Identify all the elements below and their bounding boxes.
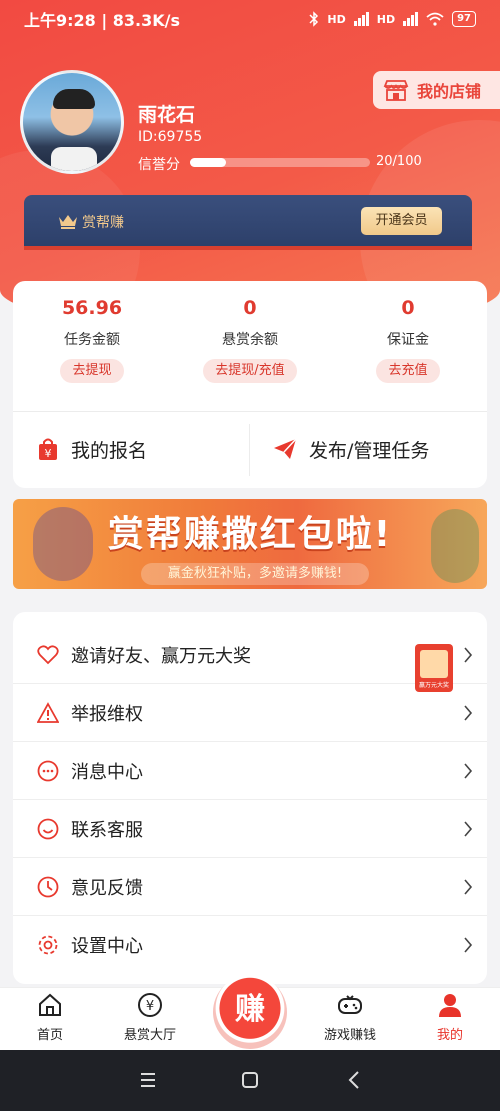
tab-label: 首页 — [36, 1028, 63, 1043]
send-icon — [274, 438, 297, 459]
svg-text:¥: ¥ — [45, 447, 52, 460]
menu-item-report[interactable]: 举报维权 — [13, 684, 487, 742]
menu-item-label: 设置中心 — [71, 936, 143, 957]
back-icon[interactable] — [340, 1068, 370, 1092]
chevron-right-icon — [464, 705, 473, 721]
tab-label: 游戏赚钱 — [323, 1028, 376, 1043]
chevron-right-icon — [464, 821, 473, 837]
task-amount-value: 56.96 — [61, 297, 123, 319]
tab-bounty-hall[interactable]: ¥ 悬赏大厅 — [100, 992, 200, 1043]
recharge-button[interactable]: 去充值 — [376, 359, 440, 383]
avatar[interactable] — [20, 70, 124, 174]
bluetooth-icon — [309, 11, 319, 27]
chevron-right-icon — [464, 763, 473, 779]
smile-icon — [37, 818, 59, 839]
task-amount-label: 任务金额 — [64, 332, 120, 348]
status-time: 上午9:28 | 83.3K/s — [24, 11, 181, 30]
message-icon — [37, 760, 59, 781]
chevron-right-icon — [464, 879, 473, 895]
store-icon — [383, 80, 409, 101]
chevron-right-icon — [464, 937, 473, 953]
publish-manage-task-button[interactable]: 发布/管理任务 — [273, 429, 429, 469]
menu-item-messages[interactable]: 消息中心 — [13, 742, 487, 800]
user-name: 雨花石 — [138, 104, 196, 126]
banner-title: 赏帮赚撒红包啦! — [107, 514, 393, 555]
task-amount-column: 56.96 任务金额 去提现 — [13, 281, 171, 383]
menu-item-label: 联系客服 — [71, 819, 143, 841]
shopping-bag-icon: ¥ — [39, 438, 57, 460]
publish-manage-task-label: 发布/管理任务 — [309, 439, 430, 462]
vip-title: 赏帮赚 — [82, 215, 124, 231]
tab-label: 悬赏大厅 — [123, 1028, 176, 1043]
system-nav-bar — [0, 1050, 500, 1111]
menu-item-feedback[interactable]: 意见反馈 — [13, 858, 487, 916]
home-icon — [39, 993, 61, 1016]
deposit-label: 保证金 — [387, 332, 429, 348]
my-signup-button[interactable]: ¥ 我的报名 — [37, 429, 147, 469]
chevron-right-icon — [464, 647, 473, 663]
battery-icon: 97 — [452, 11, 476, 27]
open-membership-button[interactable]: 开通会员 — [361, 207, 442, 235]
menu-list: 邀请好友、赢万元大奖 赢万元大奖 举报维权 消息中心 联系客服 意见反馈 设置中… — [13, 612, 487, 984]
promo-banner[interactable]: 赏帮赚撒红包啦! 赢金秋狂补贴，多邀请多赚钱! — [13, 499, 487, 589]
banner-subtitle: 赢金秋狂补贴，多邀请多赚钱! — [141, 563, 369, 585]
user-icon — [439, 994, 461, 1017]
menu-item-label: 举报维权 — [71, 703, 143, 725]
signal-hd-label: HD — [376, 12, 396, 26]
yen-coin-icon: ¥ — [138, 993, 162, 1017]
signal-icon — [353, 12, 369, 26]
crown-icon — [59, 215, 77, 229]
bounty-balance-column: 0 悬赏余额 去提现/充值 — [171, 281, 329, 383]
gamepad-icon — [338, 995, 362, 1014]
my-shop-button[interactable]: 我的店铺 — [373, 71, 500, 109]
tab-games[interactable]: 游戏赚钱 — [300, 992, 400, 1043]
status-bar: 上午9:28 | 83.3K/s HD HD 97 — [0, 0, 500, 38]
heart-icon — [37, 644, 59, 664]
menu-item-settings[interactable]: 设置中心 — [13, 916, 487, 974]
divider — [249, 424, 250, 476]
menu-item-label: 意见反馈 — [71, 877, 143, 899]
bounty-balance-value: 0 — [243, 297, 257, 319]
clock-icon — [37, 876, 59, 897]
user-id: ID:69755 — [138, 129, 203, 145]
menu-item-invite[interactable]: 邀请好友、赢万元大奖 赢万元大奖 — [13, 626, 487, 692]
credit-label: 信誉分 — [138, 157, 180, 173]
tab-label: 我的 — [436, 1028, 463, 1043]
bounty-balance-label: 悬赏余额 — [222, 332, 278, 348]
warning-icon — [37, 701, 59, 723]
menu-icon[interactable] — [133, 1068, 163, 1092]
tab-mine[interactable]: 我的 — [400, 992, 500, 1043]
gear-icon — [38, 935, 58, 955]
vip-membership-bar[interactable]: 赏帮赚 开通会员 — [24, 195, 472, 250]
credit-progress-fill — [190, 158, 226, 167]
withdraw-button[interactable]: 去提现 — [60, 359, 124, 383]
earn-button[interactable]: 赚 — [213, 975, 287, 1049]
home-nav-icon[interactable] — [235, 1068, 265, 1092]
wifi-icon — [426, 12, 444, 26]
tab-home[interactable]: 首页 — [0, 992, 100, 1043]
deposit-value: 0 — [401, 297, 415, 319]
menu-item-label: 邀请好友、赢万元大奖 — [71, 645, 251, 667]
credit-value: 20/100 — [376, 154, 422, 169]
menu-item-label: 消息中心 — [71, 761, 143, 783]
credit-progress-bar — [190, 158, 370, 167]
my-shop-label: 我的店铺 — [417, 82, 482, 101]
svg-text:¥: ¥ — [146, 999, 154, 1014]
withdraw-recharge-button[interactable]: 去提现/充值 — [203, 359, 297, 383]
signal-icon — [403, 12, 419, 26]
wallet-card: 56.96 任务金额 去提现 0 悬赏余额 去提现/充值 0 保证金 去充值 ¥… — [13, 281, 487, 488]
deposit-column: 0 保证金 去充值 — [329, 281, 487, 383]
signal-hd-label: HD — [327, 12, 346, 26]
divider — [13, 411, 487, 412]
menu-item-customer-service[interactable]: 联系客服 — [13, 800, 487, 858]
my-signup-label: 我的报名 — [71, 439, 148, 462]
